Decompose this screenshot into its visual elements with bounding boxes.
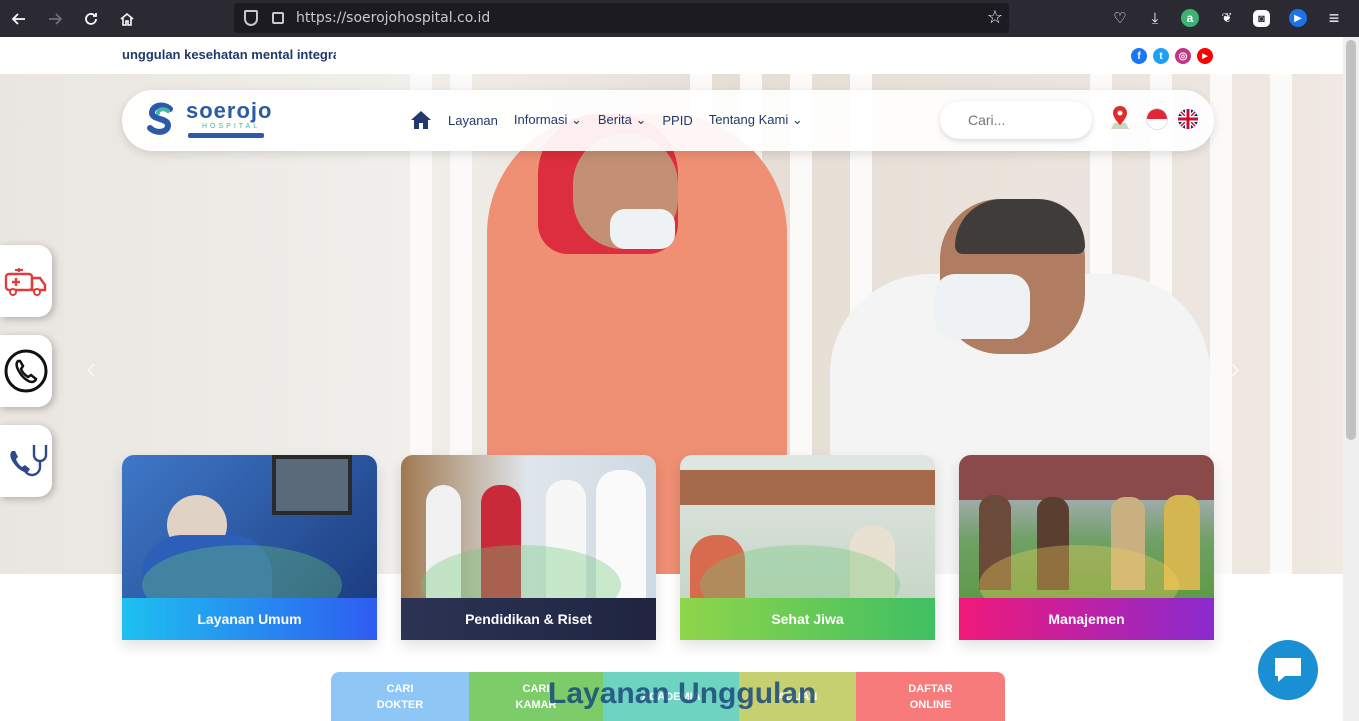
service-card-sehat-jiwa[interactable]: Sehat Jiwa [680, 455, 935, 640]
reload-icon [85, 12, 97, 25]
web-page: unggulan kesehatan mental integral f t ◎… [0, 37, 1343, 721]
twitter-icon[interactable]: t [1153, 48, 1169, 64]
menu-item-informasi[interactable]: Informasi ⌄ [514, 112, 582, 128]
hero-patient-hair [955, 199, 1085, 254]
hero-patient-mask [935, 274, 1030, 339]
menu-item-layanan[interactable]: Layanan [448, 113, 498, 128]
quick-link-cari-dokter[interactable]: CARI DOKTER [331, 672, 469, 721]
quick-link-label: ONLINE [909, 698, 952, 711]
bookmark-star-icon[interactable]: ☆ [987, 7, 1003, 28]
menu-item-berita[interactable]: Berita ⌄ [598, 112, 647, 128]
shield-icon[interactable] [244, 10, 258, 26]
chevron-down-icon: ⌄ [570, 112, 582, 127]
phone-icon [4, 349, 48, 393]
home-icon[interactable] [410, 110, 432, 130]
instagram-icon[interactable]: ◎ [1175, 48, 1191, 64]
main-menu: Layanan Informasi ⌄ Berita ⌄ PPID Tentan… [410, 110, 819, 130]
extension-play-icon[interactable]: ▶ [1289, 9, 1307, 27]
menu-item-label: Informasi [513, 112, 568, 127]
logo-subtitle: HOSPITAL [202, 123, 261, 130]
quick-link-daftar-online[interactable]: DAFTAR ONLINE [856, 672, 1005, 721]
logo-wordmark[interactable]: soerojo [186, 98, 272, 124]
logo-tagline-bar [188, 133, 264, 138]
ambulance-button[interactable] [0, 245, 52, 317]
main-navbar: soerojo HOSPITAL Layanan Informasi ⌄ Ber… [122, 90, 1214, 151]
card-label: Layanan Umum [122, 598, 377, 640]
url-text[interactable]: https://soerojohospital.co.id [296, 10, 490, 26]
ultrasound-monitor [272, 455, 352, 515]
menu-item-label: Berita [597, 112, 632, 127]
search-input[interactable] [940, 101, 1092, 139]
menu-item-tentang-kami[interactable]: Tentang Kami ⌄ [709, 112, 803, 128]
youtube-icon[interactable]: ▶ [1197, 48, 1213, 64]
slider-next-icon[interactable]: › [1230, 352, 1240, 386]
service-card-pendidikan-riset[interactable]: Pendidikan & Riset [401, 455, 656, 640]
quick-link-label: DAFTAR [908, 682, 953, 695]
scrollbar-thumb[interactable] [1346, 40, 1356, 440]
chat-button[interactable] [1258, 640, 1318, 700]
back-button[interactable] [4, 4, 34, 34]
chevron-down-icon: ⌄ [635, 112, 647, 127]
ambulance-icon [4, 268, 47, 296]
facebook-icon[interactable]: f [1131, 48, 1147, 64]
call-button[interactable] [0, 335, 52, 407]
pocket-icon[interactable]: ♡ [1110, 8, 1130, 28]
announcement-bar: unggulan kesehatan mental integral f t ◎… [0, 37, 1343, 74]
flag-indonesia-icon[interactable] [1147, 109, 1167, 129]
card-image [680, 455, 935, 625]
quick-link-label: CARI [386, 682, 414, 695]
slider-prev-icon[interactable]: ‹ [86, 352, 96, 386]
card-image [122, 455, 377, 625]
card-label: Sehat Jiwa [680, 598, 935, 640]
forward-button[interactable] [40, 4, 70, 34]
home-icon [120, 12, 134, 26]
map-pin-icon[interactable] [1109, 105, 1131, 131]
card-label: Manajemen [959, 598, 1214, 640]
extension-a-icon[interactable]: a [1181, 9, 1199, 27]
extension-leaf-icon[interactable]: ❦ [1217, 8, 1237, 28]
download-icon[interactable]: ⤓ [1145, 8, 1165, 28]
browser-toolbar: https://soerojohospital.co.id ☆ ♡ ⤓ a ❦ … [0, 0, 1359, 37]
card-image [959, 455, 1214, 625]
card-image [401, 455, 656, 625]
menu-item-ppid[interactable]: PPID [662, 113, 692, 128]
telemedicine-button[interactable] [0, 425, 52, 497]
chevron-down-icon: ⌄ [791, 112, 803, 127]
quick-link-label: CARI [522, 682, 550, 695]
chat-bubble-icon [1275, 658, 1301, 682]
service-card-layanan-umum[interactable]: Layanan Umum [122, 455, 377, 640]
menu-item-label: Tentang Kami [708, 112, 789, 127]
hero-blind-stripe [1270, 74, 1292, 574]
menu-hamburger-icon[interactable]: ≡ [1324, 8, 1344, 28]
service-card-manajemen[interactable]: Manajemen [959, 455, 1214, 640]
hero-doctor-mask [610, 209, 675, 249]
address-bar[interactable]: https://soerojohospital.co.id ☆ [234, 3, 1009, 33]
section-title: Layanan Unggulan [548, 677, 817, 710]
reload-button[interactable] [76, 4, 106, 34]
logo-icon[interactable] [142, 101, 178, 137]
extension-square-icon[interactable]: ◙ [1253, 10, 1270, 27]
building-roof [959, 455, 1214, 500]
lock-icon[interactable] [272, 12, 284, 24]
card-label: Pendidikan & Riset [401, 598, 656, 640]
marquee-ticker: unggulan kesehatan mental integral [122, 47, 336, 62]
pavilion-roof [680, 470, 935, 505]
flag-uk-icon[interactable] [1178, 109, 1198, 129]
stethoscope-phone-icon [10, 445, 48, 477]
quick-link-label: DOKTER [376, 698, 424, 711]
home-button[interactable] [112, 4, 142, 34]
arrow-left-icon [11, 12, 25, 25]
arrow-right-icon [49, 12, 63, 25]
